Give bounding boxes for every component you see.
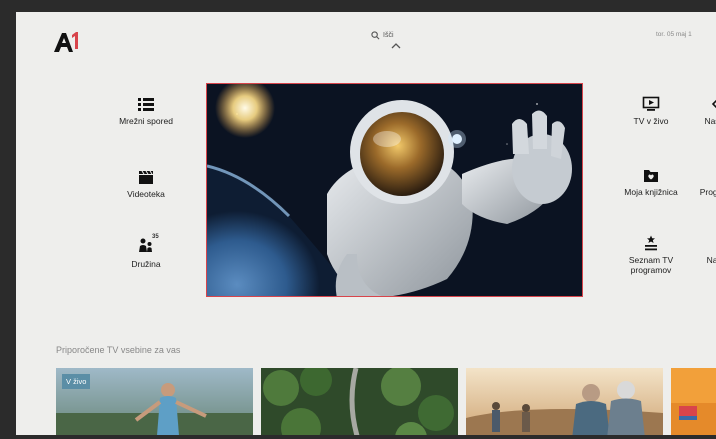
tv-screen: Išči tor. 05 maj 1 Mrežni spored Videote…: [16, 12, 716, 435]
clapperboard-icon: [139, 170, 153, 184]
search-icon: [371, 31, 380, 40]
chevron-up-icon[interactable]: [391, 42, 401, 49]
family-badge: 35: [152, 234, 159, 240]
search-button[interactable]: Išči: [371, 31, 394, 40]
rec-tile[interactable]: [466, 368, 663, 435]
menu-item-partial-2[interactable]: Prog v: [682, 167, 716, 197]
live-badge: V živo: [62, 374, 91, 389]
tile-image: [466, 368, 663, 435]
search-label: Išči: [383, 32, 394, 39]
menu-label: TV v živo: [633, 116, 669, 126]
tile-image: [671, 368, 716, 435]
hero-banner[interactable]: [206, 83, 583, 297]
menu-item-channel-list[interactable]: Seznam TV programov: [616, 235, 686, 275]
menu-label: Na: [706, 255, 716, 265]
star-list-icon: [645, 235, 657, 251]
menu-item-my-library[interactable]: Moja knjižnica: [616, 167, 686, 197]
partial-icon: [711, 99, 716, 109]
a1-logo: [54, 32, 78, 52]
menu-item-schedule[interactable]: Mrežni spored: [111, 96, 181, 126]
partial-icon: [703, 235, 716, 251]
menu-item-live-tv[interactable]: TV v živo: [616, 96, 686, 126]
folder-heart-icon: [644, 170, 658, 182]
menu-label: Družina: [131, 259, 161, 269]
menu-item-partial-1[interactable]: Nas: [682, 96, 716, 126]
recommendations-title: Priporočene TV vsebine za vas: [56, 345, 181, 355]
menu-label: Mrežni spored: [119, 116, 173, 126]
menu-label: Prog v: [699, 187, 716, 197]
tv-play-icon: [642, 96, 660, 111]
rec-tile[interactable]: V živo: [56, 368, 253, 435]
hero-image: [207, 84, 582, 296]
menu-item-family[interactable]: 35 Družina: [111, 234, 181, 269]
partial-icon: [703, 167, 716, 183]
menu-item-videoteka[interactable]: Videoteka: [111, 169, 181, 199]
menu-label: Seznam TV programov: [628, 255, 674, 275]
menu-label: Moja knjižnica: [624, 187, 678, 197]
list-icon: [138, 98, 154, 111]
rec-tile[interactable]: [671, 368, 716, 435]
tile-image: [261, 368, 458, 435]
menu-label: Videoteka: [127, 189, 165, 199]
menu-item-partial-3[interactable]: Na: [682, 235, 716, 265]
tv-frame: Išči tor. 05 maj 1 Mrežni spored Videote…: [0, 0, 716, 439]
date-display: tor. 05 maj 1: [656, 31, 692, 38]
rec-tile[interactable]: [261, 368, 458, 435]
menu-label: Nas: [704, 116, 716, 126]
